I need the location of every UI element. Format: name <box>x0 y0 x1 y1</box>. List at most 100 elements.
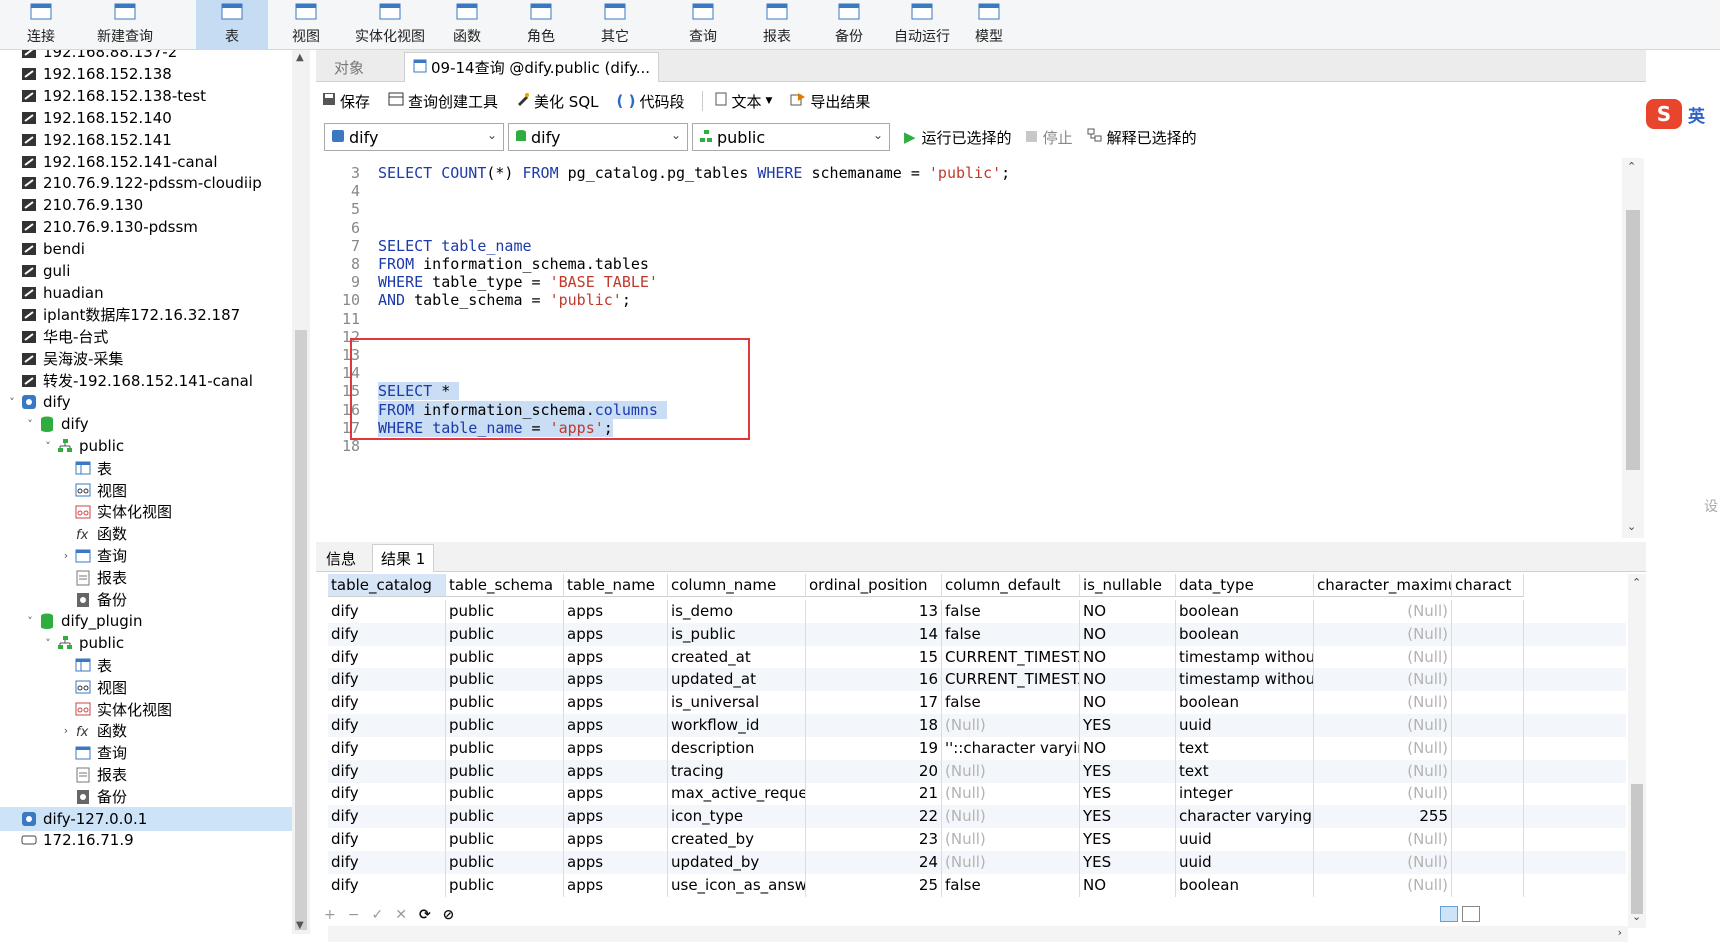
table-cell[interactable]: (Null) <box>942 782 1080 806</box>
tree-item[interactable]: › fx 函数 <box>0 719 292 743</box>
table-cell[interactable]: apps <box>564 873 668 897</box>
table-cell[interactable]: apps <box>564 668 668 692</box>
tree-item[interactable]: ˅ public <box>0 434 292 458</box>
table-cell[interactable]: dify <box>328 782 446 806</box>
tree-item[interactable]: ˅ dify_plugin <box>0 609 292 633</box>
table-cell[interactable]: workflow_id <box>668 714 806 737</box>
chevron-icon[interactable]: ˅ <box>4 396 20 409</box>
table-cell[interactable]: CURRENT_TIMESTAM <box>942 668 1080 692</box>
tree-item[interactable]: fx 函数 <box>0 522 292 546</box>
chevron-icon[interactable]: › <box>58 724 74 737</box>
beautify-sql-button[interactable]: 美化 SQL <box>516 91 599 112</box>
table-cell[interactable]: YES <box>1080 805 1176 829</box>
table-cell[interactable]: character varying <box>1176 805 1314 829</box>
table-cell[interactable]: (Null) <box>1314 600 1452 623</box>
table-cell[interactable]: YES <box>1080 714 1176 737</box>
tree-item[interactable]: 报表 <box>0 763 292 787</box>
chevron-icon[interactable]: ˅ <box>22 615 38 628</box>
column-header[interactable]: column_default <box>942 574 1080 597</box>
export-result-button[interactable]: 导出结果 <box>790 91 870 112</box>
tree-item[interactable]: ˅ public <box>0 631 292 655</box>
table-row[interactable]: dify public apps created_by 23 (Null) YES uuid(… <box>328 828 1626 851</box>
table-cell[interactable]: apps <box>564 805 668 829</box>
tree-item[interactable]: 表 <box>0 653 292 677</box>
chevron-icon[interactable]: ˅ <box>40 440 56 453</box>
ime-indicator[interactable]: S 英 <box>1646 94 1720 134</box>
table-cell[interactable]: apps <box>564 759 668 783</box>
explain-selected-button[interactable]: 解释已选择的 <box>1087 127 1197 148</box>
table-cell[interactable]: false <box>942 691 1080 715</box>
table-cell[interactable]: (Null) <box>1314 622 1452 646</box>
table-cell[interactable]: NO <box>1080 668 1176 692</box>
tree-item[interactable]: › 查询 <box>0 544 292 568</box>
table-row[interactable]: dify public apps tracing 20 (Null) YES text (Nul… <box>328 759 1626 783</box>
refresh-button[interactable]: ⟳ <box>419 907 431 923</box>
table-cell[interactable] <box>1452 828 1524 851</box>
toolbar-button-6[interactable]: 角色 <box>518 0 564 50</box>
table-cell[interactable]: (Null) <box>1314 759 1452 783</box>
table-row[interactable]: dify public apps is_public 14 false NO boolean(… <box>328 622 1626 646</box>
stop-button[interactable]: 停止 <box>1025 127 1073 148</box>
tree-item[interactable]: 实体化视图 <box>0 500 292 524</box>
toolbar-button-5[interactable]: 函数 <box>444 0 490 50</box>
table-cell[interactable]: (Null) <box>942 714 1080 737</box>
scroll-up-icon[interactable]: ▲ <box>296 52 304 63</box>
table-cell[interactable]: public <box>446 828 564 851</box>
tab-objects[interactable]: 对象 <box>326 52 372 82</box>
tree-scroll-thumb[interactable] <box>295 330 307 930</box>
table-cell[interactable]: dify <box>328 691 446 715</box>
toolbar-button-2[interactable]: 表 <box>196 0 268 50</box>
toolbar-button-4[interactable]: 实体化视图 <box>346 0 434 50</box>
scroll-up-icon[interactable]: ⌃ <box>1632 576 1641 589</box>
table-cell[interactable]: (Null) <box>942 759 1080 783</box>
table-cell[interactable]: dify <box>328 759 446 783</box>
table-cell[interactable]: YES <box>1080 759 1176 783</box>
table-row[interactable]: dify public apps icon_type 22 (Null) YES charac… <box>328 805 1626 829</box>
table-cell[interactable] <box>1452 645 1524 669</box>
toolbar-button-9[interactable]: 报表 <box>754 0 800 50</box>
column-header[interactable]: table_name <box>564 574 668 597</box>
grid-scrollbar[interactable]: ⌃ ⌄ <box>1628 574 1646 928</box>
tab-result-1[interactable]: 结果 1 <box>372 544 435 572</box>
table-cell[interactable] <box>1452 736 1524 760</box>
table-cell[interactable]: integer <box>1176 782 1314 806</box>
tree-item[interactable]: guli <box>0 259 292 283</box>
table-cell[interactable]: updated_at <box>668 668 806 692</box>
tree-item[interactable]: 实体化视图 <box>0 697 292 721</box>
table-cell[interactable]: (Null) <box>942 850 1080 874</box>
tree-item[interactable]: 视图 <box>0 478 292 502</box>
table-cell[interactable] <box>1452 850 1524 874</box>
table-cell[interactable]: boolean <box>1176 873 1314 897</box>
table-cell[interactable]: 21 <box>806 782 942 806</box>
table-cell[interactable]: public <box>446 668 564 692</box>
table-cell[interactable]: dify <box>328 805 446 829</box>
table-cell[interactable]: apps <box>564 828 668 851</box>
table-cell[interactable]: public <box>446 691 564 715</box>
table-cell[interactable]: (Null) <box>1314 873 1452 897</box>
table-cell[interactable]: updated_by <box>668 850 806 874</box>
table-row[interactable]: difypublicappsmax_active_requests21(Null… <box>328 782 1626 806</box>
table-cell[interactable]: public <box>446 805 564 829</box>
text-button[interactable]: 文本 ▼ <box>715 91 772 112</box>
table-cell[interactable]: NO <box>1080 873 1176 897</box>
table-cell[interactable]: dify <box>328 873 446 897</box>
table-cell[interactable]: dify <box>328 714 446 737</box>
scroll-up-icon[interactable]: ⌃ <box>1627 160 1636 173</box>
table-cell[interactable]: 14 <box>806 622 942 646</box>
scroll-down-icon[interactable]: ⌄ <box>1627 520 1636 533</box>
table-cell[interactable]: NO <box>1080 691 1176 715</box>
table-cell[interactable]: 13 <box>806 600 942 623</box>
add-record-button[interactable]: + <box>324 907 336 923</box>
table-cell[interactable]: dify <box>328 850 446 874</box>
tree-item[interactable]: 华电-台式 <box>0 325 292 349</box>
table-cell[interactable]: is_universal <box>668 691 806 715</box>
table-row[interactable]: dify public apps description 19 ''::character… <box>328 736 1626 760</box>
delete-record-button[interactable]: − <box>348 907 360 923</box>
toolbar-button-11[interactable]: 自动运行 <box>880 0 964 50</box>
column-header[interactable]: column_name <box>668 574 806 597</box>
table-row[interactable]: dify public apps updated_by 24 (Null) YES uuid(… <box>328 850 1626 874</box>
table-cell[interactable]: is_demo <box>668 600 806 623</box>
table-cell[interactable]: (Null) <box>1314 850 1452 874</box>
table-cell[interactable]: uuid <box>1176 850 1314 874</box>
chevron-icon[interactable]: › <box>58 549 74 562</box>
